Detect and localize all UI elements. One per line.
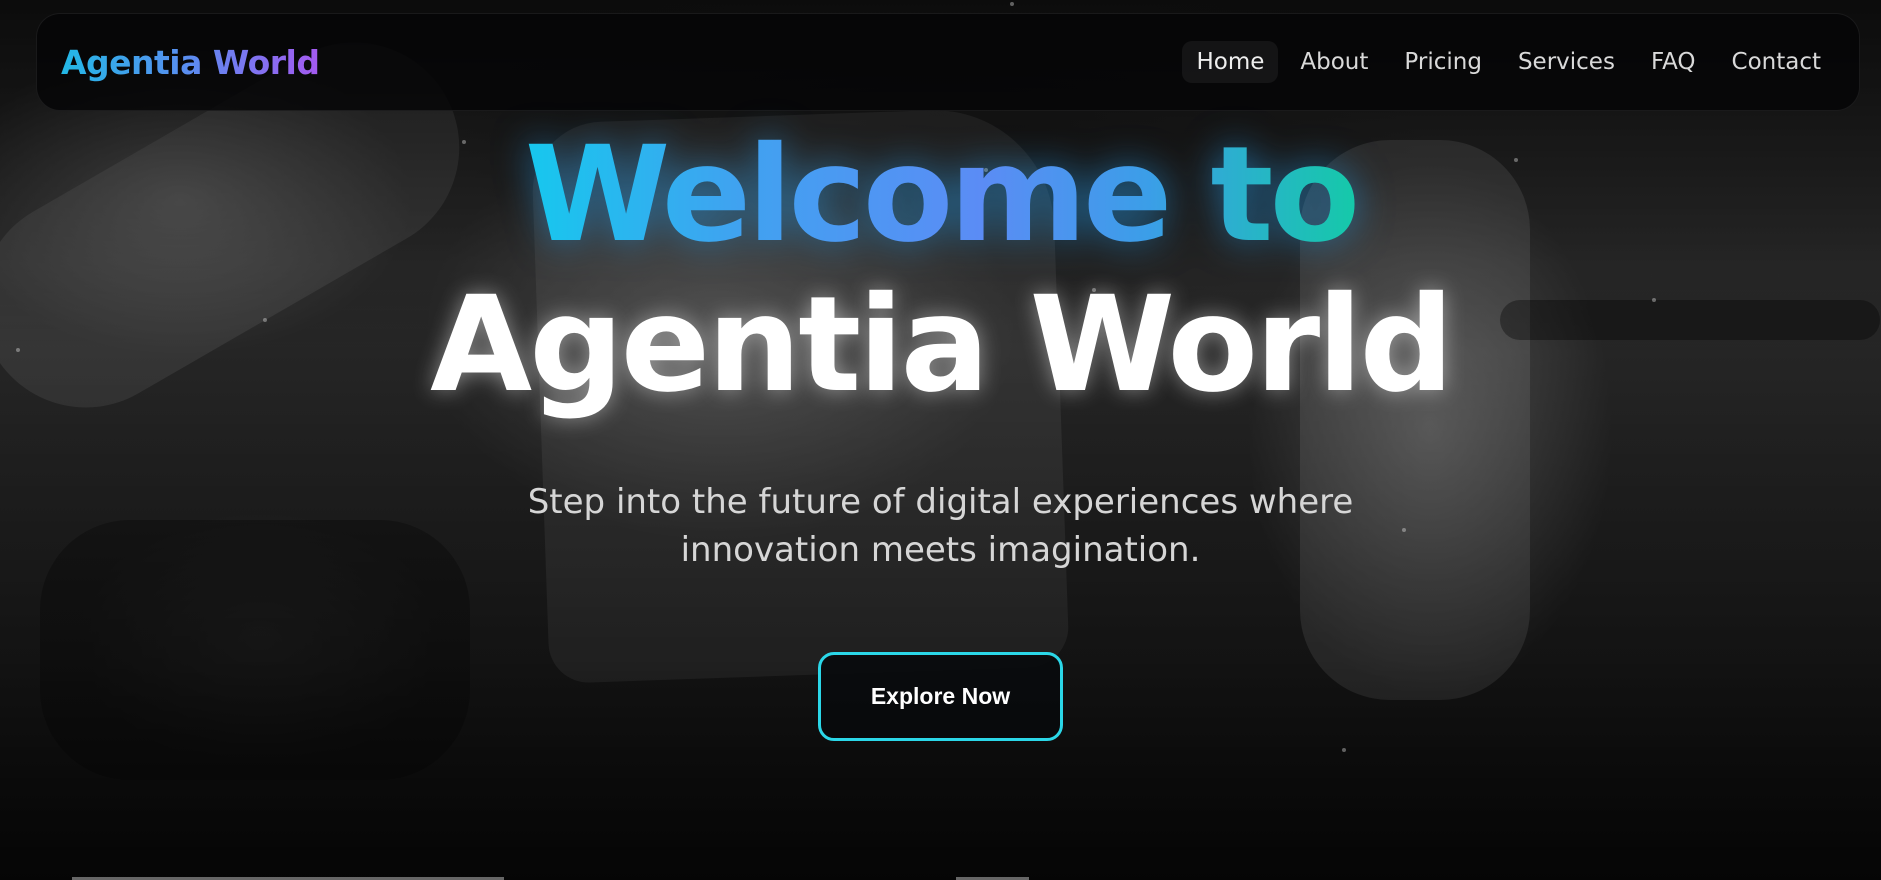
nav-link-contact[interactable]: Contact (1718, 41, 1835, 83)
nav-link-faq[interactable]: FAQ (1637, 41, 1710, 83)
nav-link-pricing[interactable]: Pricing (1390, 41, 1496, 83)
explore-now-button[interactable]: Explore Now (818, 652, 1063, 741)
particle-dot (1342, 748, 1346, 752)
hero-title-brand: Agentia World (430, 268, 1454, 422)
particle-dot (1010, 2, 1014, 6)
hero-section: Welcome to Agentia World Step into the f… (0, 120, 1881, 741)
nav-link-about[interactable]: About (1286, 41, 1382, 83)
nav-links: Home About Pricing Services FAQ Contact (1182, 41, 1835, 83)
nav-link-home[interactable]: Home (1182, 41, 1279, 83)
nav-link-services[interactable]: Services (1504, 41, 1629, 83)
hero-title-welcome: Welcome to (524, 118, 1360, 272)
site-logo[interactable]: Agentia World (61, 43, 320, 82)
page: Agentia World Home About Pricing Service… (0, 0, 1881, 880)
hero-subtitle: Step into the future of digital experien… (527, 482, 1354, 570)
navbar: Agentia World Home About Pricing Service… (36, 13, 1860, 111)
